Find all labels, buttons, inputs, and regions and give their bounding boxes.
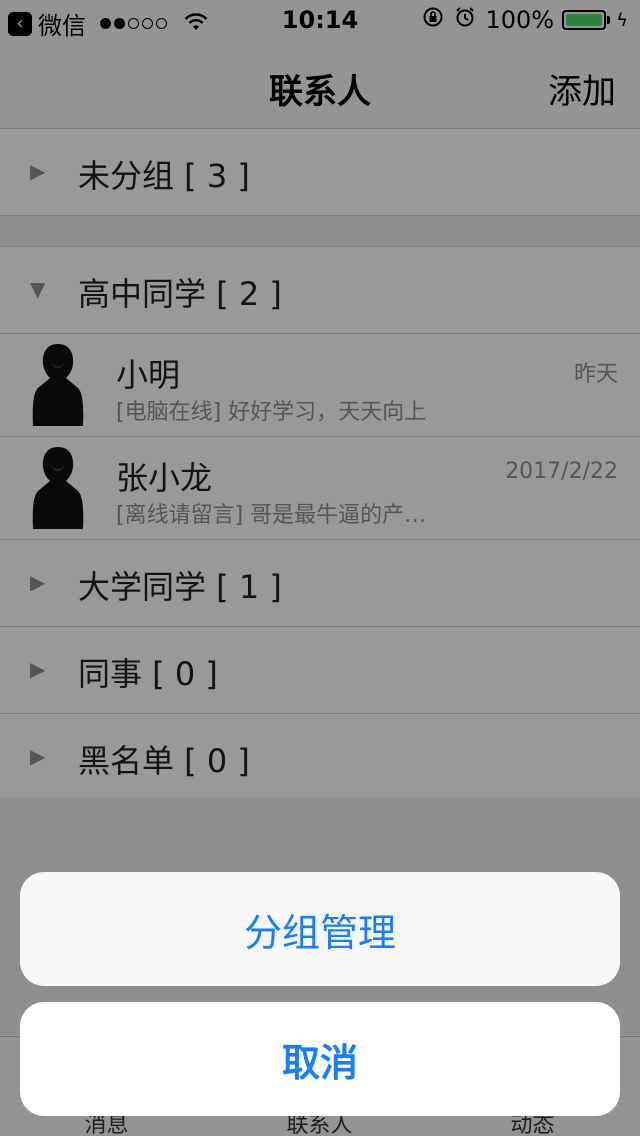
- action-sheet: 分组管理: [20, 872, 620, 986]
- cancel-button[interactable]: 取消: [20, 1002, 620, 1116]
- screen: ‹ 微信 10:14 100% ϟ 联系人 添加 ▶ 未分组 [3] ▼ 高…: [0, 0, 640, 1136]
- action-sheet-cancel-group: 取消: [20, 1002, 620, 1116]
- group-management-button[interactable]: 分组管理: [20, 872, 620, 986]
